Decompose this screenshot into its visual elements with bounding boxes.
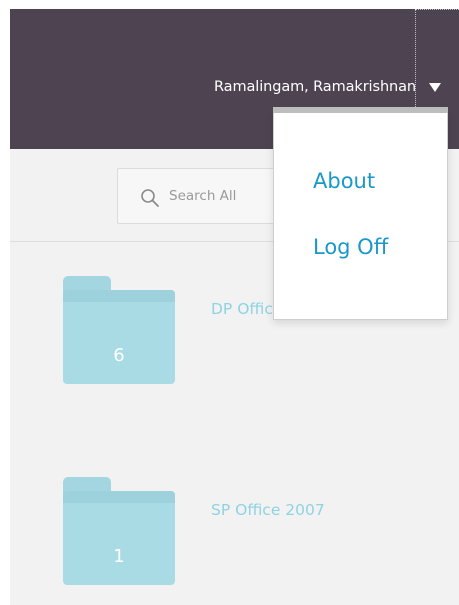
- folder-tile[interactable]: 6: [63, 276, 175, 384]
- menu-item-log-off[interactable]: Log Off: [313, 235, 388, 259]
- folder-icon: 6: [63, 290, 175, 384]
- folder-title[interactable]: DP Office: [211, 300, 282, 318]
- search-placeholder: Search All: [169, 188, 237, 204]
- folder-item-count: 1: [113, 546, 125, 567]
- search-icon: [141, 189, 159, 207]
- user-dropdown-menu: About Log Off: [273, 107, 448, 320]
- caret-down-icon: [429, 83, 441, 92]
- folder-title[interactable]: SP Office 2007: [211, 501, 325, 519]
- user-name[interactable]: Ramalingam, Ramakrishnan: [214, 79, 416, 95]
- folder-item-count: 6: [113, 345, 125, 366]
- folder-icon: 1: [63, 491, 175, 585]
- dropdown-top-bar: [273, 107, 448, 113]
- menu-item-about[interactable]: About: [313, 169, 375, 193]
- folder-tile[interactable]: 1: [63, 477, 175, 585]
